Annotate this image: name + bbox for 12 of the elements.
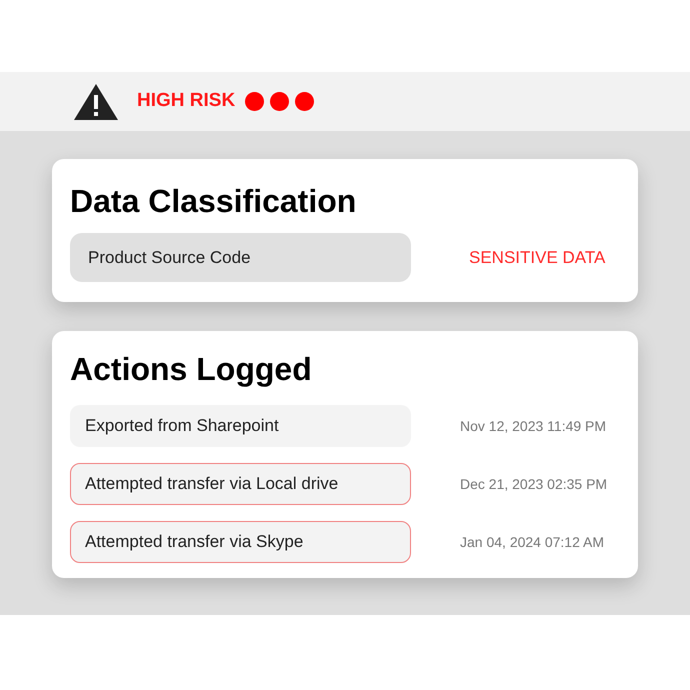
classification-field: Product Source Code	[70, 233, 411, 282]
action-time: Dec 21, 2023 02:35 PM	[460, 474, 608, 494]
card-title: Data Classification	[70, 183, 358, 219]
card-title: Actions Logged	[70, 351, 313, 387]
risk-label: HIGH RISK	[137, 89, 236, 114]
action-entry: Attempted transfer via Skype	[70, 521, 411, 563]
warning-icon	[73, 82, 119, 120]
action-entry: Exported from Sharepoint	[70, 405, 411, 447]
sensitivity-tag: SENSITIVE DATA	[469, 244, 606, 270]
action-time: Nov 12, 2023 11:49 PM	[460, 416, 606, 436]
action-time: Jan 04, 2024 07:12 AM	[460, 532, 604, 552]
action-entry: Attempted transfer via Local drive	[70, 463, 411, 505]
